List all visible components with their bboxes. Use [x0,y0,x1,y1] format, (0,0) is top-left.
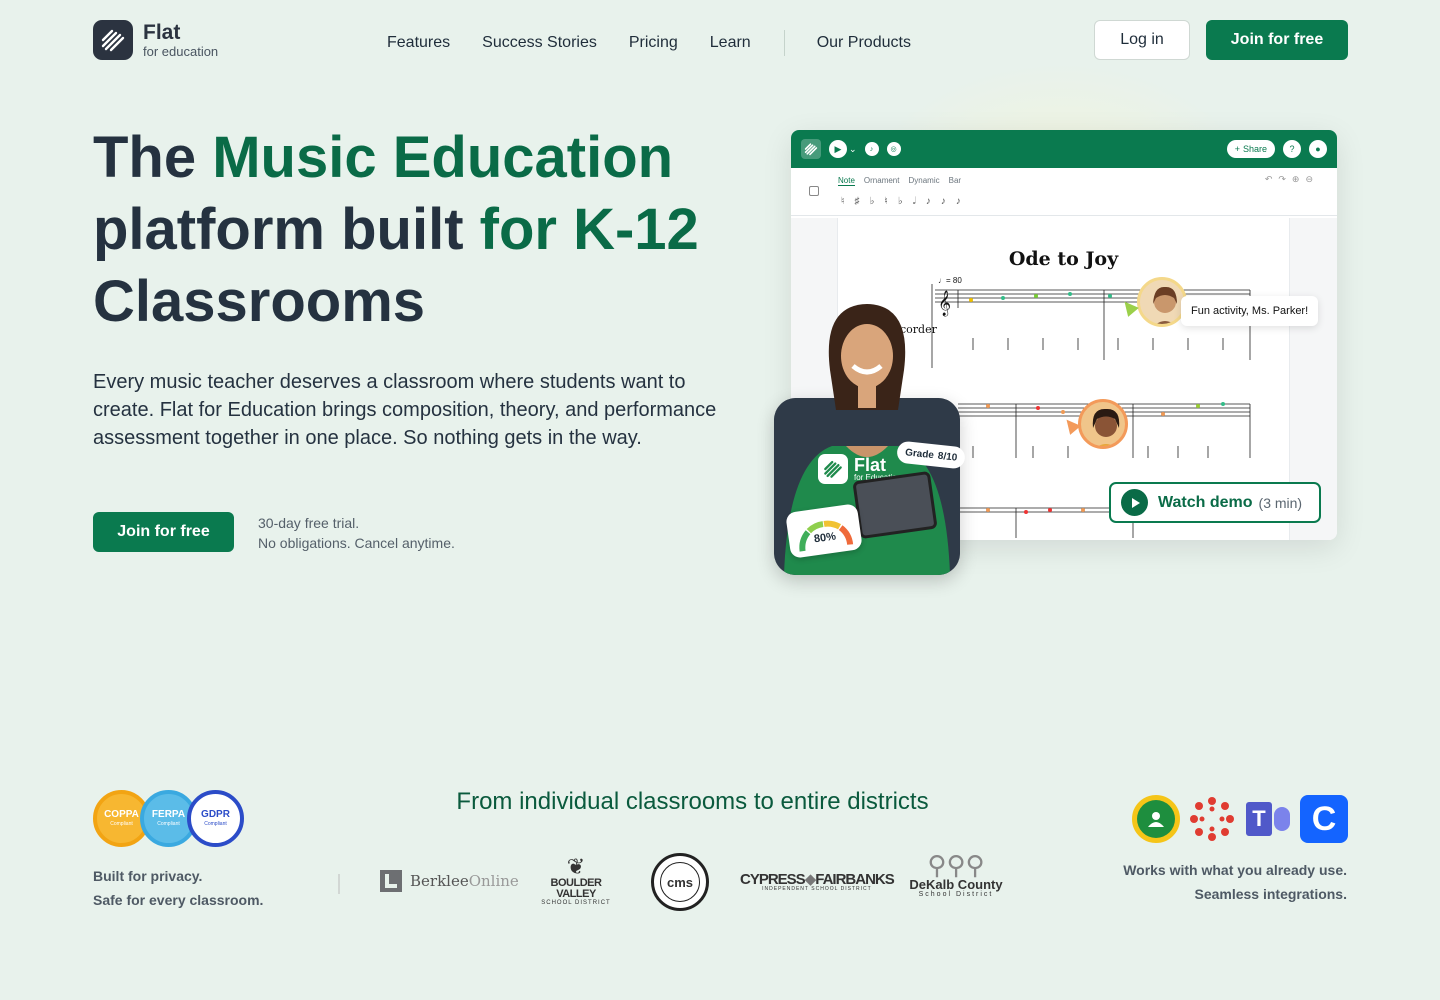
help-icon: ? [1283,140,1301,158]
hero-title: The Music Education platform built for K… [93,122,773,338]
play-icon: ▶ [829,140,847,158]
login-button[interactable]: Log in [1094,20,1190,60]
shirt-logo-icon [818,454,848,484]
tablet-icon [852,470,938,540]
integrations-text: Works with what you already use. Seamles… [1123,858,1347,906]
hero-title-highlight1: Music Education [212,125,674,190]
privacy-line-1: Built for privacy. [93,868,203,884]
nav-divider [783,30,785,56]
note-tools-icon: ♮♯♭♮♭𝅗𝅥♪♪♪ [841,196,971,207]
app-tab-note: Note [838,176,855,186]
coppa-sub: Compliant [110,821,133,827]
cypress-sub: INDEPENDENT SCHOOL DISTRICT [762,886,872,892]
join-free-nav-button[interactable]: Join for free [1206,20,1348,60]
privacy-text: Built for privacy. Safe for every classr… [93,864,263,912]
brand-logo[interactable]: Flat for education [93,20,218,60]
grade-label: Grade [904,446,935,461]
dekalb-figures-icon: ⚲⚲⚲ [927,850,985,880]
app-toolbar: Note Ornament Dynamic Bar ♮♯♭♮♭𝅗𝅥♪♪♪ ↶↷⊕… [791,168,1337,216]
app-logo-icon [801,139,821,159]
dekalb-name: DeKalb County [909,877,1003,892]
shirt-brand: Flat [854,455,887,475]
canvas-icon [1188,795,1236,843]
hero-description: Every music teacher deserves a classroom… [93,371,717,449]
district-logos: Berklee Online ❦ BOULDER VALLEY SCHOOL DI… [338,848,1018,918]
app-tab-dynamic: Dynamic [908,176,940,185]
share-label: Share [1242,144,1267,154]
share-button: + Share [1226,140,1275,158]
svg-text:𝄞: 𝄞 [938,290,951,316]
trial-note: 30-day free trial. No obligations. Cance… [258,513,455,553]
trial-line-2: No obligations. Cancel anytime. [258,535,455,551]
teacher-photo: Flat for Education Grade8/10 80% [774,304,967,575]
trial-line-1: 30-day free trial. [258,515,360,531]
faded-logo-icon [338,874,350,894]
nav-link-our-products[interactable]: Our Products [817,34,911,52]
gdpr-sub: Compliant [204,821,227,827]
hero-title-part2: platform built [93,197,480,262]
watch-demo-button[interactable]: Watch demo (3 min) [1109,482,1321,523]
boulder-mark-icon: ❦ [566,854,586,879]
nav-link-features[interactable]: Features [387,34,450,52]
app-topbar: ▶ ⌄ ♪ ◎ + Share ? ● [791,130,1337,168]
audio-icon: ◎ [886,142,901,156]
user-icon: ● [1309,140,1327,158]
clever-letter: C [1311,799,1337,838]
teams-letter: T [1246,802,1272,836]
watch-demo-label: Watch demo [1158,493,1253,511]
dekalb-sub: School District [918,891,994,898]
grade-value: 8/10 [937,450,958,464]
undo-redo-icon: ↶↷⊕⊖ [1264,174,1319,184]
dekalb-logo: ⚲⚲⚲ DeKalb County School District [906,852,1006,898]
piano-icon [809,186,819,196]
clever-icon: C [1300,795,1348,843]
chevron-down-icon: ⌄ [849,143,857,154]
cypress-fairbanks-logo: CYPRESS◆FAIRBANKS INDEPENDENT SCHOOL DIS… [740,872,895,892]
top-nav: Flat for education Features Success Stor… [0,0,1440,80]
privacy-line-2: Safe for every classroom. [93,892,264,908]
nav-links: Features Success Stories Pricing Learn O… [387,30,943,56]
app-tabs: Note Ornament Dynamic Bar [838,176,961,186]
nav-link-success-stories[interactable]: Success Stories [482,34,597,52]
hero-title-part1: The [93,125,213,190]
nav-link-pricing[interactable]: Pricing [629,34,678,52]
integrations-line-1: Works with what you already use. [1123,862,1347,878]
teacher-head-icon [828,304,906,410]
app-tab-bar: Bar [948,176,962,185]
brand-name: Flat [143,21,181,44]
avatar-student [1078,399,1128,449]
berklee-logo: Berklee Online [380,870,519,892]
integration-icons: T C [1132,795,1348,843]
berklee-mark-icon [380,870,402,892]
metronome-icon: ♪ [864,142,879,156]
cms-logo: cms [651,853,709,911]
boulder-sub: SCHOOL DISTRICT [541,900,611,906]
boulder-name: BOULDER VALLEY [550,877,602,900]
teams-icon: T [1244,795,1292,843]
google-classroom-icon [1132,795,1180,843]
app-tab-ornament: Ornament [863,176,900,185]
cms-name: cms [660,862,700,902]
nav-link-learn[interactable]: Learn [710,34,751,52]
berklee-suffix: Online [468,872,519,890]
berklee-name: Berklee [410,872,469,890]
comment-bubble: Fun activity, Ms. Parker! [1181,296,1319,326]
play-circle-icon [1121,489,1148,516]
avatar-teacher [1137,277,1187,327]
add-user-icon: + [1234,144,1240,154]
hero-title-highlight2: for K-12 [479,197,699,262]
brand-subtitle: for education [143,44,219,59]
join-free-hero-button[interactable]: Join for free [93,512,234,552]
watch-demo-duration: (3 min) [1258,494,1303,511]
boulder-valley-logo: ❦ BOULDER VALLEY SCHOOL DISTRICT [534,854,618,907]
ferpa-sub: Compliant [157,821,180,827]
hero-title-part3: Classrooms [93,269,426,334]
integrations-line-2: Seamless integrations. [1194,886,1347,902]
flat-logo-icon [93,20,133,60]
